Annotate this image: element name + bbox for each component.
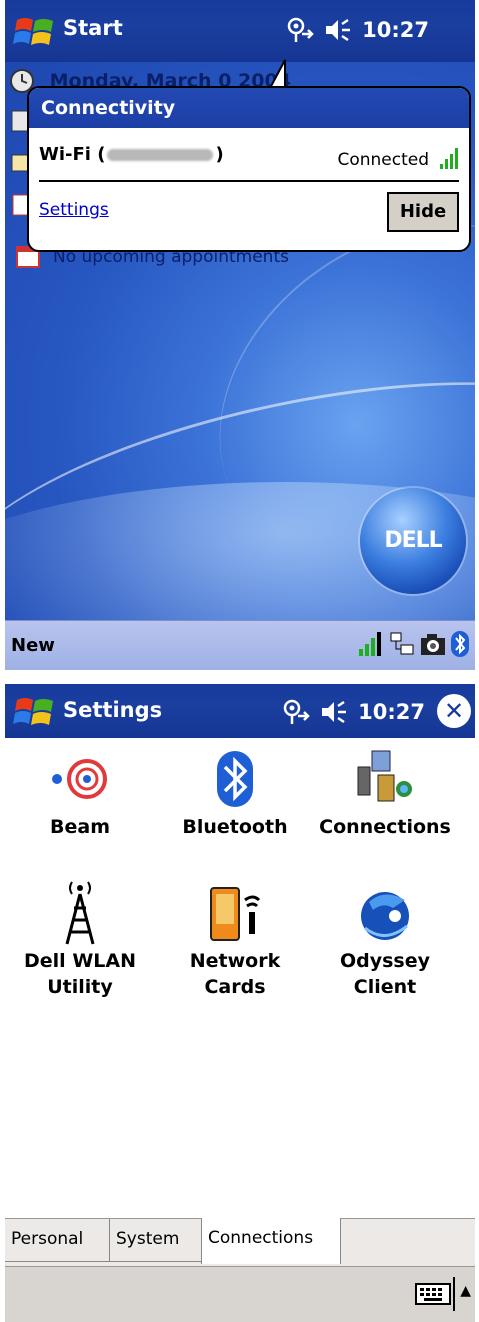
tab-system[interactable]: System: [110, 1219, 203, 1262]
bluetooth-tray-icon[interactable]: [451, 631, 469, 657]
status-icons: 10:27: [286, 16, 429, 44]
start-menu-title[interactable]: Start: [63, 16, 123, 40]
tab-connections[interactable]: Connections: [201, 1218, 341, 1264]
keyboard-icon[interactable]: [415, 1281, 451, 1307]
connectivity-icon[interactable]: [282, 698, 310, 726]
command-bar: ▲: [5, 1266, 475, 1322]
status-icons: 10:27: [282, 698, 425, 726]
tab-personal[interactable]: Personal: [5, 1219, 110, 1262]
connection-status: Connected: [337, 150, 429, 170]
signal-strength-icon: [440, 148, 458, 169]
settings-item-label: Odyssey Client: [339, 950, 431, 998]
settings-item-beam[interactable]: Beam: [5, 744, 155, 840]
settings-item-dell-wlan-utility[interactable]: Dell WLAN Utility: [5, 878, 155, 1000]
bluetooth-icon: [217, 751, 253, 807]
odyssey-icon: [361, 892, 409, 940]
notification-title: Connectivity: [29, 88, 469, 128]
settings-item-odyssey-client[interactable]: Odyssey Client: [310, 878, 460, 1000]
network-icon[interactable]: [389, 631, 415, 657]
camera-icon[interactable]: [419, 631, 447, 657]
brand-text: DELL: [384, 528, 442, 553]
system-tray: [357, 631, 469, 657]
settings-item-label: Connections: [319, 816, 451, 838]
new-button[interactable]: New: [11, 635, 55, 656]
settings-item-network-cards[interactable]: Network Cards: [160, 878, 310, 1000]
today-screen: Start 10:27 DELL Monday, March 0 2004 No…: [5, 0, 475, 670]
command-bar: New: [5, 620, 475, 670]
windows-start-icon[interactable]: [13, 692, 57, 732]
tab-bar: Personal System Connections: [5, 1218, 475, 1267]
title-bar: Start 10:27: [5, 0, 475, 62]
speaker-icon[interactable]: [324, 18, 352, 42]
speaker-icon[interactable]: [320, 700, 348, 724]
settings-item-label: Network Cards: [189, 950, 281, 998]
connections-icon: [357, 750, 412, 802]
wifi-label: Wi-Fi (): [39, 144, 224, 165]
title-bar: Settings 10:27 ✕: [5, 684, 475, 738]
settings-item-connections[interactable]: Connections: [310, 744, 460, 840]
wifi-row: Wi-Fi () Connected: [39, 140, 459, 182]
redacted-ssid: [107, 149, 214, 161]
divider: [453, 1277, 455, 1311]
dell-logo: DELL: [360, 488, 466, 594]
windows-start-icon[interactable]: [13, 12, 57, 52]
settings-item-label: Beam: [50, 816, 110, 838]
beam-icon: [52, 759, 107, 799]
close-button[interactable]: ✕: [437, 694, 471, 728]
settings-item-label: Bluetooth: [182, 816, 288, 838]
connectivity-icon[interactable]: [286, 16, 314, 44]
settings-grid: Beam Bluetooth Connections Dell WLAN Uti…: [5, 738, 475, 1218]
settings-link[interactable]: Settings: [39, 200, 109, 220]
divider: [0, 670, 479, 684]
input-menu-arrow-icon[interactable]: ▲: [460, 1283, 471, 1299]
settings-item-bluetooth[interactable]: Bluetooth: [160, 744, 310, 840]
antenna-tower-icon: [65, 881, 95, 945]
clock[interactable]: 10:27: [358, 700, 425, 724]
page-title: Settings: [63, 698, 163, 722]
hide-button[interactable]: Hide: [387, 192, 459, 232]
connectivity-notification: Connectivity Wi-Fi () Connected Settings…: [27, 86, 471, 252]
signal-bars-icon[interactable]: [357, 631, 385, 657]
clock[interactable]: 10:27: [362, 18, 429, 42]
network-card-icon: [210, 887, 261, 941]
settings-item-label: Dell WLAN Utility: [24, 950, 136, 998]
settings-screen: Settings 10:27 ✕ Beam Bluetooth Connecti…: [5, 684, 475, 1322]
